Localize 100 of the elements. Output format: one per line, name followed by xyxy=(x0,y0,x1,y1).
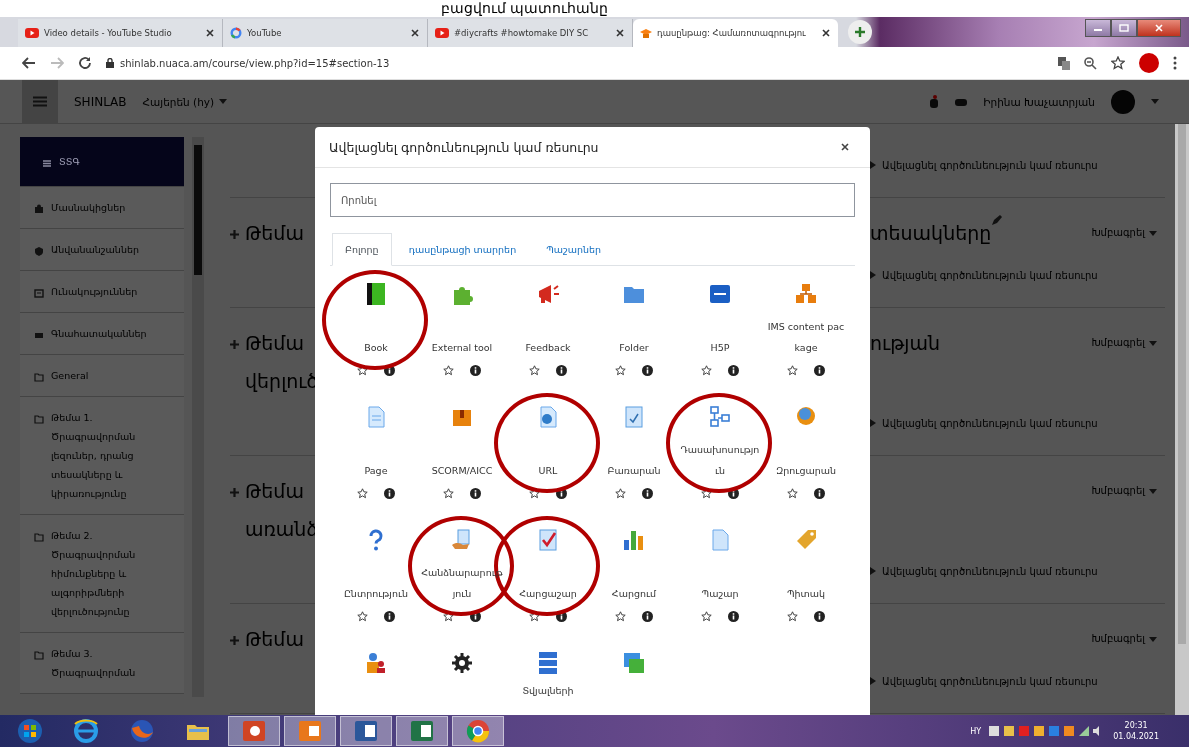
star-icon[interactable] xyxy=(529,364,540,376)
more-menu-icon[interactable] xyxy=(1173,56,1177,70)
info-icon[interactable] xyxy=(642,487,653,499)
close-window-button[interactable] xyxy=(1137,19,1181,37)
activity-name[interactable]: Պիտակ xyxy=(786,583,826,604)
activity-name[interactable]: H5P xyxy=(710,337,730,358)
language-indicator[interactable]: HY xyxy=(970,726,982,736)
taskbar-button[interactable] xyxy=(396,716,448,746)
browser-tab[interactable]: #diycrafts #howtomake DIY SC xyxy=(428,19,633,47)
taskbar-button[interactable] xyxy=(340,716,392,746)
caret-icon xyxy=(1151,99,1159,104)
info-icon[interactable] xyxy=(642,610,653,622)
clock-time[interactable]: 20:31 xyxy=(1124,721,1148,730)
star-icon[interactable] xyxy=(787,610,798,622)
browser-tab[interactable]: Video details - YouTube Studio xyxy=(18,19,223,47)
new-tab-button[interactable] xyxy=(848,20,872,44)
info-icon[interactable] xyxy=(556,364,567,376)
close-icon[interactable] xyxy=(615,28,625,38)
caret-icon xyxy=(219,99,228,104)
translate-icon[interactable] xyxy=(1058,56,1070,70)
info-icon[interactable] xyxy=(384,487,395,499)
activity-name[interactable]: Պաշար xyxy=(701,583,739,604)
taskbar-button[interactable] xyxy=(228,716,280,746)
activity-name[interactable]: Page xyxy=(364,460,388,481)
star-icon[interactable] xyxy=(443,364,454,376)
category-tab[interactable]: Բոլորը xyxy=(332,233,392,266)
flowchart-icon[interactable] xyxy=(708,405,732,429)
bell-icon[interactable] xyxy=(929,94,940,109)
zoom-icon[interactable] xyxy=(1084,56,1097,70)
activity-name[interactable]: Բառարան xyxy=(607,460,661,481)
star-icon[interactable] xyxy=(701,364,712,376)
info-icon[interactable] xyxy=(728,364,739,376)
activity-name[interactable]: Հարցաշար xyxy=(519,583,577,604)
sidebar-item[interactable]: ՏՏԳ xyxy=(20,137,184,187)
triangle-icon xyxy=(870,567,876,575)
book-icon[interactable] xyxy=(364,282,388,306)
star-icon[interactable] xyxy=(357,487,368,499)
sprocket-icon[interactable] xyxy=(450,651,474,675)
activity-name[interactable]: SCORM/AICC xyxy=(431,460,493,481)
scrollbar[interactable] xyxy=(192,137,204,697)
reload-icon[interactable] xyxy=(78,56,92,70)
info-icon[interactable] xyxy=(384,364,395,376)
tray-icons-drawing[interactable] xyxy=(989,724,1100,738)
close-icon[interactable] xyxy=(205,28,215,38)
star-icon[interactable] xyxy=(443,487,454,499)
scrollbar[interactable] xyxy=(1175,124,1189,715)
close-icon[interactable] xyxy=(410,28,420,38)
back-arrow-icon[interactable] xyxy=(22,57,36,69)
activity-name[interactable]: URL xyxy=(538,460,558,481)
browser-tab[interactable]: դասընթաց: Համառոտագրությու xyxy=(633,19,838,47)
avatar-icon[interactable] xyxy=(1139,53,1159,73)
square-icon[interactable] xyxy=(708,282,732,306)
star-icon[interactable] xyxy=(787,364,798,376)
activity-name[interactable]: Զրուցարան xyxy=(775,460,837,481)
category-tab[interactable]: Պաշարներ xyxy=(533,233,615,266)
megaphone-icon[interactable] xyxy=(536,282,560,306)
document-icon[interactable] xyxy=(622,405,646,429)
maximize-button[interactable] xyxy=(1111,19,1137,37)
activity-name[interactable]: Folder xyxy=(619,337,649,358)
image-icon[interactable] xyxy=(622,651,646,675)
star-icon[interactable] xyxy=(615,610,626,622)
boxes-icon[interactable] xyxy=(794,282,818,306)
bar-chart-icon[interactable] xyxy=(622,528,646,552)
info-icon[interactable] xyxy=(814,487,825,499)
info-icon[interactable] xyxy=(470,364,481,376)
activity-name[interactable]: Դասախոսություն xyxy=(679,439,761,481)
search-field[interactable]: Որոնել xyxy=(330,183,855,217)
star-icon[interactable] xyxy=(615,364,626,376)
taskbar-button[interactable] xyxy=(284,716,336,746)
minimize-button[interactable] xyxy=(1085,19,1111,37)
activity-name[interactable]: External tool xyxy=(431,337,493,358)
activity-name[interactable]: Ընտրություն xyxy=(343,583,409,604)
activity-name[interactable]: Book xyxy=(364,337,388,358)
category-tab[interactable]: դասընթացի տարրեր xyxy=(395,233,530,266)
activity-name[interactable]: Տվյալների xyxy=(522,680,574,701)
info-icon[interactable] xyxy=(728,610,739,622)
close-icon[interactable] xyxy=(821,28,831,38)
star-icon[interactable] xyxy=(787,487,798,499)
avatar-icon[interactable] xyxy=(1111,89,1135,114)
browser-tab[interactable]: YouTube xyxy=(223,19,428,47)
info-icon[interactable] xyxy=(384,610,395,622)
address-bar[interactable]: shinlab.nuaca.am/course/view.php?id=15#section-13 xyxy=(120,57,390,69)
star-icon[interactable] xyxy=(357,610,368,622)
activity-name[interactable]: IMS content package xyxy=(765,316,847,358)
star-icon[interactable] xyxy=(615,487,626,499)
chat-icon[interactable] xyxy=(955,96,968,107)
video-play-icon xyxy=(25,27,39,39)
info-icon[interactable] xyxy=(470,487,481,499)
star-icon[interactable] xyxy=(701,610,712,622)
pencil-icon[interactable] xyxy=(991,214,1004,226)
activity-name[interactable]: Feedback xyxy=(525,337,571,358)
checklist-icon[interactable] xyxy=(536,528,560,552)
activity-name[interactable]: Հարցում xyxy=(611,583,657,604)
info-icon[interactable] xyxy=(642,364,653,376)
clock-date[interactable]: 01.04.2021 xyxy=(1113,732,1159,741)
people-icon[interactable] xyxy=(364,651,388,675)
star-icon[interactable] xyxy=(1111,56,1125,70)
info-icon[interactable] xyxy=(814,364,825,376)
info-icon[interactable] xyxy=(814,610,825,622)
database-icon[interactable] xyxy=(536,651,560,675)
